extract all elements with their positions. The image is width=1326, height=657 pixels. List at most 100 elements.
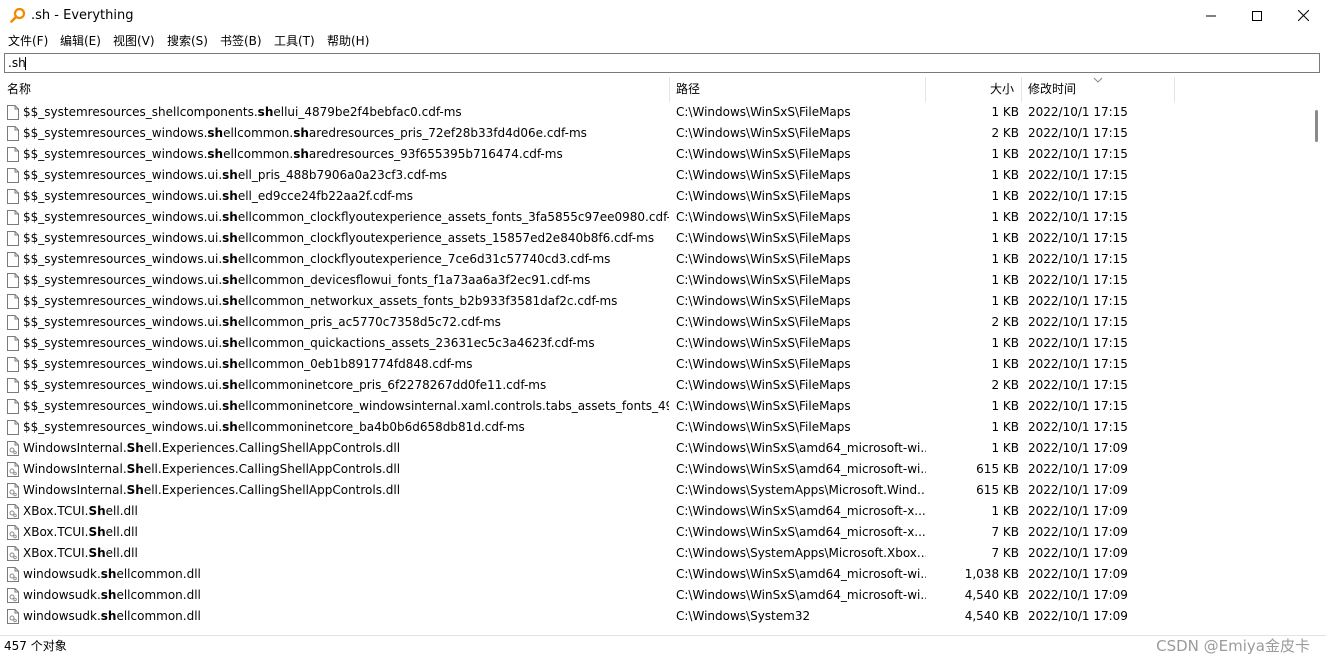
file-path: C:\Windows\System32 xyxy=(676,609,811,623)
file-path: C:\Windows\SystemApps\Microsoft.Wind... xyxy=(676,483,926,497)
file-modified: 2022/10/1 17:09 xyxy=(1028,546,1128,560)
table-row[interactable]: WindowsInternal.Shell.Experiences.Callin… xyxy=(3,438,1309,459)
file-modified: 2022/10/1 17:15 xyxy=(1028,231,1128,245)
file-path: C:\Windows\WinSxS\amd64_microsoft-x... xyxy=(676,504,926,518)
table-row[interactable]: windowsudk.shellcommon.dll C:\Windows\Win… xyxy=(3,585,1309,606)
file-name-part: ell.Experiences.CallingShellAppControls.… xyxy=(143,483,401,497)
file-name: windowsudk.shellcommon.dll xyxy=(23,564,669,585)
file-modified: 2022/10/1 17:15 xyxy=(1028,210,1128,224)
cdf-file-icon xyxy=(7,189,19,204)
search-input[interactable]: .sh xyxy=(4,53,1320,73)
file-modified: 2022/10/1 17:15 xyxy=(1028,399,1128,413)
table-row[interactable]: XBox.TCUI.Shell.dll C:\Windows\SystemApps… xyxy=(3,543,1309,564)
file-name-part: $$_systemresources_windows.ui. xyxy=(23,231,223,245)
table-row[interactable]: $$_systemresources_windows.ui.shellcommo… xyxy=(3,291,1309,312)
file-modified: 2022/10/1 17:09 xyxy=(1028,588,1128,602)
table-row[interactable]: $$_systemresources_windows.shellcommon.s… xyxy=(3,144,1309,165)
file-size: 1 KB xyxy=(991,399,1019,413)
file-name-part: ellcommon. xyxy=(223,126,294,140)
file-name-part: $$_systemresources_windows.ui. xyxy=(23,189,223,203)
file-modified: 2022/10/1 17:15 xyxy=(1028,168,1128,182)
vertical-scrollbar[interactable] xyxy=(1309,77,1326,634)
menu-file[interactable]: 文件(F) xyxy=(8,31,48,51)
table-row[interactable]: XBox.TCUI.Shell.dll C:\Windows\WinSxS\amd… xyxy=(3,522,1309,543)
column-header: 名称 路径 大小 修改时间 xyxy=(3,77,1309,102)
file-name: $$_systemresources_windows.ui.shellcommo… xyxy=(23,333,669,354)
dll-file-icon xyxy=(7,525,19,540)
file-name-part: $$_systemresources_windows.ui. xyxy=(23,168,223,182)
table-row[interactable]: $$_systemresources_windows.ui.shellcommo… xyxy=(3,228,1309,249)
file-name-match: sh xyxy=(222,252,238,266)
file-name: $$_systemresources_windows.ui.shellcommo… xyxy=(23,270,669,291)
file-name-part: ellcommoninetcore_windowsinternal.xaml.c… xyxy=(237,399,669,413)
cdf-file-icon xyxy=(7,357,19,372)
cdf-file-icon xyxy=(7,126,19,141)
table-row[interactable]: $$_systemresources_windows.ui.shellcommo… xyxy=(3,207,1309,228)
file-name-part: XBox.TCUI. xyxy=(23,525,89,539)
file-path: C:\Windows\WinSxS\FileMaps xyxy=(676,294,851,308)
table-row[interactable]: windowsudk.shellcommon.dll C:\Windows\Win… xyxy=(3,564,1309,585)
table-row[interactable]: $$_systemresources_windows.shellcommon.s… xyxy=(3,123,1309,144)
column-header-size[interactable]: 大小 xyxy=(926,77,1022,102)
menu-search[interactable]: 搜索(S) xyxy=(167,31,208,51)
menu-help[interactable]: 帮助(H) xyxy=(327,31,369,51)
file-path: C:\Windows\WinSxS\FileMaps xyxy=(676,315,851,329)
file-name-match: Sh xyxy=(88,525,106,539)
file-name-match: sh xyxy=(222,189,238,203)
file-name-part: aredresources_93f655395b716474.cdf-ms xyxy=(308,147,563,161)
table-row[interactable]: windowsudk.shellcommon.dll C:\Windows\Sys… xyxy=(3,606,1309,627)
menu-edit[interactable]: 编辑(E) xyxy=(60,31,101,51)
file-name-part: WindowsInternal. xyxy=(23,462,127,476)
file-name: WindowsInternal.Shell.Experiences.Callin… xyxy=(23,459,669,480)
menu-tools[interactable]: 工具(T) xyxy=(274,31,315,51)
close-button[interactable] xyxy=(1280,0,1326,31)
file-size: 1 KB xyxy=(991,231,1019,245)
maximize-button[interactable] xyxy=(1234,0,1280,31)
file-name-match: sh xyxy=(207,147,224,161)
table-row[interactable]: $$_systemresources_windows.ui.shellcommo… xyxy=(3,333,1309,354)
file-name-match: Sh xyxy=(126,462,144,476)
file-size: 1 KB xyxy=(991,252,1019,266)
file-name: $$_systemresources_windows.ui.shell_pris… xyxy=(23,165,669,186)
file-name-match: sh xyxy=(222,210,238,224)
cdf-file-icon xyxy=(7,399,19,414)
column-header-name[interactable]: 名称 xyxy=(3,77,670,102)
table-row[interactable]: WindowsInternal.Shell.Experiences.Callin… xyxy=(3,459,1309,480)
table-row[interactable]: $$_systemresources_windows.ui.shellcommo… xyxy=(3,354,1309,375)
results-list[interactable]: 名称 路径 大小 修改时间 $$_systemresources_shellco… xyxy=(3,77,1309,634)
table-row[interactable]: $$_systemresources_shellcomponents.shell… xyxy=(3,102,1309,123)
file-name-match: Sh xyxy=(126,483,144,497)
file-name: $$_systemresources_shellcomponents.shell… xyxy=(23,102,669,123)
scrollbar-thumb[interactable] xyxy=(1315,110,1318,142)
file-modified: 2022/10/1 17:09 xyxy=(1028,525,1128,539)
title-bar: .sh - Everything xyxy=(0,0,1326,31)
table-row[interactable]: WindowsInternal.Shell.Experiences.Callin… xyxy=(3,480,1309,501)
file-size: 1 KB xyxy=(991,147,1019,161)
file-size: 1 KB xyxy=(991,210,1019,224)
file-modified: 2022/10/1 17:09 xyxy=(1028,441,1128,455)
menu-bookmarks[interactable]: 书签(B) xyxy=(220,31,262,51)
file-name-part: $$_systemresources_windows.ui. xyxy=(23,420,223,434)
table-row[interactable]: XBox.TCUI.Shell.dll C:\Windows\WinSxS\amd… xyxy=(3,501,1309,522)
minimize-button[interactable] xyxy=(1188,0,1234,31)
file-modified: 2022/10/1 17:09 xyxy=(1028,567,1128,581)
file-name-part: windowsudk. xyxy=(23,609,101,623)
cdf-file-icon xyxy=(7,231,19,246)
table-row[interactable]: $$_systemresources_windows.ui.shellcommo… xyxy=(3,270,1309,291)
file-size: 2 KB xyxy=(991,126,1019,140)
file-name-match: Sh xyxy=(88,546,106,560)
table-row[interactable]: $$_systemresources_windows.ui.shellcommo… xyxy=(3,396,1309,417)
file-name: $$_systemresources_windows.ui.shellcommo… xyxy=(23,417,669,438)
table-row[interactable]: $$_systemresources_windows.ui.shell_pris… xyxy=(3,165,1309,186)
column-header-path[interactable]: 路径 xyxy=(670,77,926,102)
table-row[interactable]: $$_systemresources_windows.ui.shell_ed9c… xyxy=(3,186,1309,207)
table-row[interactable]: $$_systemresources_windows.ui.shellcommo… xyxy=(3,249,1309,270)
table-row[interactable]: $$_systemresources_windows.ui.shellcommo… xyxy=(3,417,1309,438)
file-size: 1 KB xyxy=(991,504,1019,518)
table-row[interactable]: $$_systemresources_windows.ui.shellcommo… xyxy=(3,312,1309,333)
menu-view[interactable]: 视图(V) xyxy=(113,31,155,51)
table-row[interactable]: $$_systemresources_windows.ui.shellcommo… xyxy=(3,375,1309,396)
everything-app-icon xyxy=(10,7,26,23)
window-title: .sh - Everything xyxy=(31,8,134,23)
file-name: $$_systemresources_windows.shellcommon.s… xyxy=(23,123,669,144)
